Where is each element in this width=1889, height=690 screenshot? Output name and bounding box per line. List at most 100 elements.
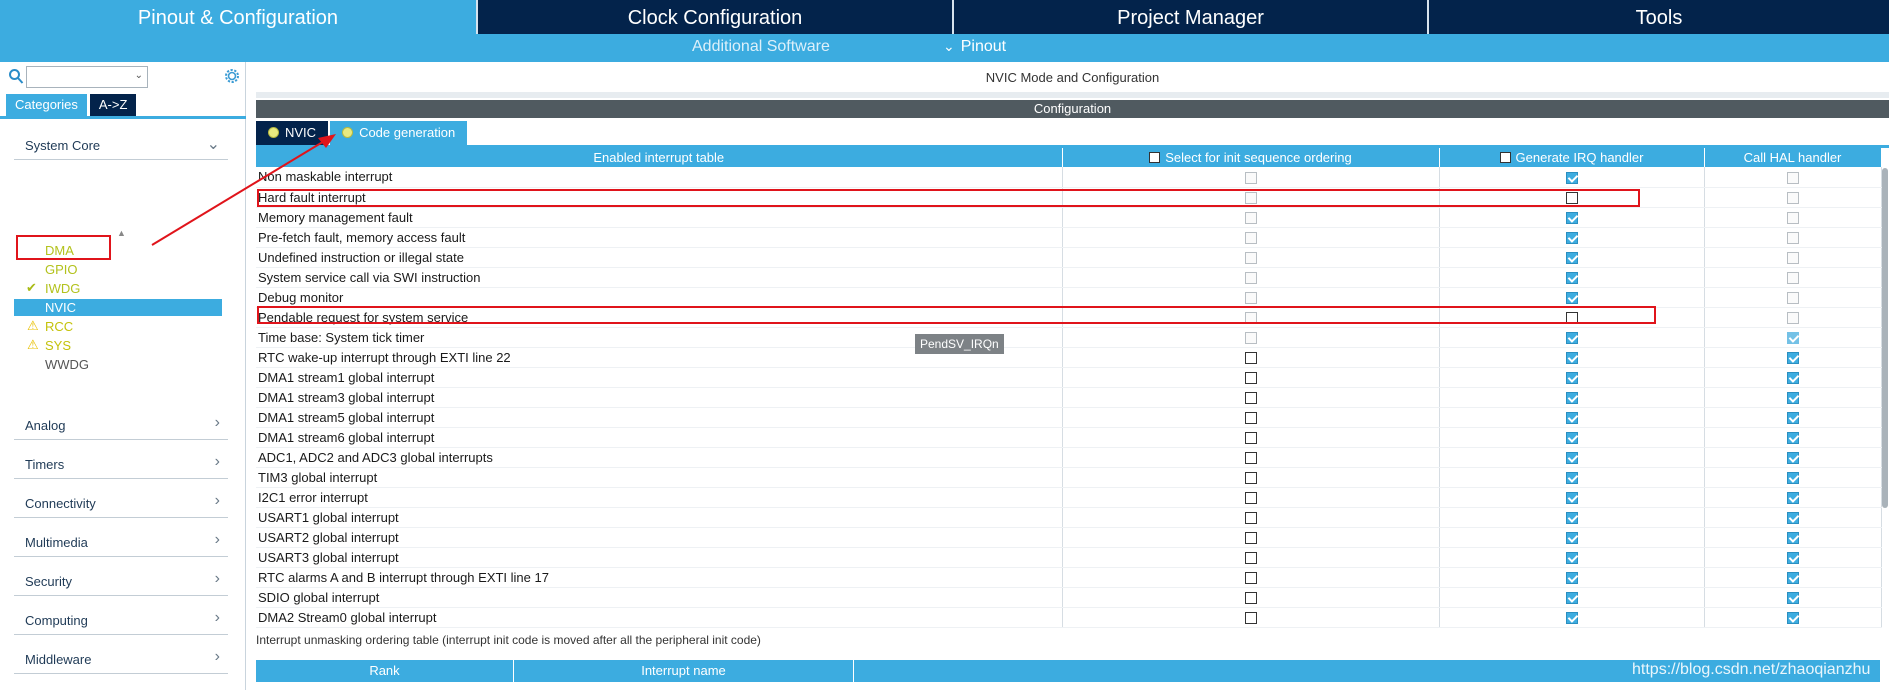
table-row[interactable]: Memory management fault <box>256 207 1882 228</box>
generate-irq-checkbox[interactable] <box>1565 252 1578 265</box>
group-connectivity[interactable]: Connectivity › <box>14 486 228 518</box>
table-row[interactable]: USART3 global interrupt <box>256 547 1882 568</box>
tab-pinout-configuration[interactable]: Pinout & Configuration <box>0 0 476 34</box>
column-header-call-hal[interactable]: Call HAL handler <box>1704 148 1882 167</box>
search-icon[interactable] <box>8 68 24 86</box>
init-sequence-checkbox[interactable] <box>1244 572 1257 585</box>
table-row[interactable]: Debug monitor <box>256 287 1882 308</box>
call-hal-checkbox[interactable] <box>1786 412 1799 425</box>
table-row[interactable]: USART1 global interrupt <box>256 507 1882 528</box>
call-hal-checkbox[interactable] <box>1786 372 1799 385</box>
column-header-rank[interactable]: Rank <box>256 660 514 682</box>
sidebar-item-sys[interactable]: ⚠ SYS <box>14 337 222 354</box>
table-row[interactable]: RTC wake-up interrupt through EXTI line … <box>256 347 1882 368</box>
init-sequence-checkbox[interactable] <box>1244 372 1257 385</box>
table-row[interactable]: TIM3 global interrupt <box>256 467 1882 488</box>
generate-irq-checkbox[interactable] <box>1565 232 1578 245</box>
generate-irq-checkbox[interactable] <box>1565 412 1578 425</box>
table-row[interactable]: USART2 global interrupt <box>256 527 1882 548</box>
generate-irq-checkbox[interactable] <box>1565 492 1578 505</box>
table-row[interactable]: ADC1, ADC2 and ADC3 global interrupts <box>256 447 1882 468</box>
table-row[interactable]: Time base: System tick timer <box>256 327 1882 348</box>
generate-irq-checkbox[interactable] <box>1565 532 1578 545</box>
table-row[interactable]: DMA1 stream1 global interrupt <box>256 367 1882 388</box>
select-all-checkbox[interactable] <box>1149 152 1161 163</box>
generate-irq-checkbox[interactable] <box>1565 432 1578 445</box>
init-sequence-checkbox[interactable] <box>1244 352 1257 365</box>
select-all-checkbox[interactable] <box>1499 152 1511 163</box>
generate-irq-checkbox[interactable] <box>1565 512 1578 525</box>
sort-up-icon[interactable]: ▲ <box>117 228 126 238</box>
init-sequence-checkbox[interactable] <box>1244 392 1257 405</box>
call-hal-checkbox[interactable] <box>1786 452 1799 465</box>
additional-software-menu[interactable]: Additional Software <box>692 38 830 56</box>
init-sequence-checkbox[interactable] <box>1244 592 1257 605</box>
sidebar-item-wwdg[interactable]: WWDG <box>14 356 222 373</box>
generate-irq-checkbox[interactable] <box>1565 552 1578 565</box>
call-hal-checkbox[interactable] <box>1786 512 1799 525</box>
generate-irq-checkbox[interactable] <box>1565 212 1578 225</box>
tab-project-manager[interactable]: Project Manager <box>952 0 1427 34</box>
table-row[interactable]: System service call via SWI instruction <box>256 267 1882 288</box>
call-hal-checkbox[interactable] <box>1786 572 1799 585</box>
init-sequence-checkbox[interactable] <box>1244 472 1257 485</box>
call-hal-checkbox[interactable] <box>1786 612 1799 625</box>
generate-irq-checkbox[interactable] <box>1565 572 1578 585</box>
group-middleware[interactable]: Middleware › <box>14 642 228 674</box>
generate-irq-checkbox[interactable] <box>1565 332 1578 345</box>
tab-nvic[interactable]: NVIC <box>256 121 329 145</box>
call-hal-checkbox[interactable] <box>1786 552 1799 565</box>
tab-tools[interactable]: Tools <box>1427 0 1889 34</box>
column-header-init-sequence[interactable]: Select for init sequence ordering <box>1062 148 1440 167</box>
search-combobox[interactable]: ⌄ <box>26 66 148 88</box>
sidebar-item-gpio[interactable]: GPIO <box>14 261 222 278</box>
generate-irq-checkbox[interactable] <box>1565 472 1578 485</box>
scrollbar[interactable] <box>1882 168 1888 508</box>
group-computing[interactable]: Computing › <box>14 603 228 635</box>
call-hal-checkbox[interactable] <box>1786 432 1799 445</box>
table-row[interactable]: SDIO global interrupt <box>256 587 1882 608</box>
tab-code-generation[interactable]: Code generation <box>330 121 468 145</box>
tab-clock-configuration[interactable]: Clock Configuration <box>476 0 952 34</box>
sidebar-item-nvic[interactable]: NVIC <box>14 299 222 316</box>
table-row[interactable]: Non maskable interrupt <box>256 167 1882 188</box>
column-header-interrupt[interactable]: Enabled interrupt table <box>256 148 1063 167</box>
generate-irq-checkbox[interactable] <box>1565 392 1578 405</box>
table-row[interactable]: Undefined instruction or illegal state <box>256 247 1882 268</box>
call-hal-checkbox[interactable] <box>1786 472 1799 485</box>
table-row[interactable]: Pre-fetch fault, memory access fault <box>256 227 1882 248</box>
call-hal-checkbox[interactable] <box>1786 392 1799 405</box>
group-system-core[interactable]: System Core ⌄ <box>14 128 228 160</box>
call-hal-checkbox[interactable] <box>1786 492 1799 505</box>
init-sequence-checkbox[interactable] <box>1244 452 1257 465</box>
group-timers[interactable]: Timers › <box>14 447 228 479</box>
table-row[interactable]: DMA2 Stream0 global interrupt <box>256 607 1882 628</box>
generate-irq-checkbox[interactable] <box>1565 352 1578 365</box>
call-hal-checkbox[interactable] <box>1786 532 1799 545</box>
call-hal-checkbox[interactable] <box>1786 352 1799 365</box>
generate-irq-checkbox[interactable] <box>1565 612 1578 625</box>
tab-a-to-z[interactable]: A->Z <box>89 94 137 116</box>
group-analog[interactable]: Analog › <box>14 408 228 440</box>
generate-irq-checkbox[interactable] <box>1565 372 1578 385</box>
init-sequence-checkbox[interactable] <box>1244 552 1257 565</box>
table-row[interactable]: DMA1 stream3 global interrupt <box>256 387 1882 408</box>
group-multimedia[interactable]: Multimedia › <box>14 525 228 557</box>
init-sequence-checkbox[interactable] <box>1244 512 1257 525</box>
tab-categories[interactable]: Categories <box>6 94 87 116</box>
init-sequence-checkbox[interactable] <box>1244 532 1257 545</box>
pinout-menu[interactable]: ⌄ Pinout <box>943 38 1006 56</box>
generate-irq-checkbox[interactable] <box>1565 171 1578 184</box>
table-row[interactable]: DMA1 stream5 global interrupt <box>256 407 1882 428</box>
group-security[interactable]: Security › <box>14 564 228 596</box>
generate-irq-checkbox[interactable] <box>1565 292 1578 305</box>
sidebar-item-iwdg[interactable]: ✔ IWDG <box>14 280 222 297</box>
table-row[interactable]: I2C1 error interrupt <box>256 487 1882 508</box>
generate-irq-checkbox[interactable] <box>1565 272 1578 285</box>
gear-icon[interactable] <box>222 66 242 86</box>
table-row[interactable]: DMA1 stream6 global interrupt <box>256 427 1882 448</box>
init-sequence-checkbox[interactable] <box>1244 412 1257 425</box>
generate-irq-checkbox[interactable] <box>1565 452 1578 465</box>
generate-irq-checkbox[interactable] <box>1565 592 1578 605</box>
chevron-down-icon[interactable]: ⌄ <box>135 70 143 81</box>
